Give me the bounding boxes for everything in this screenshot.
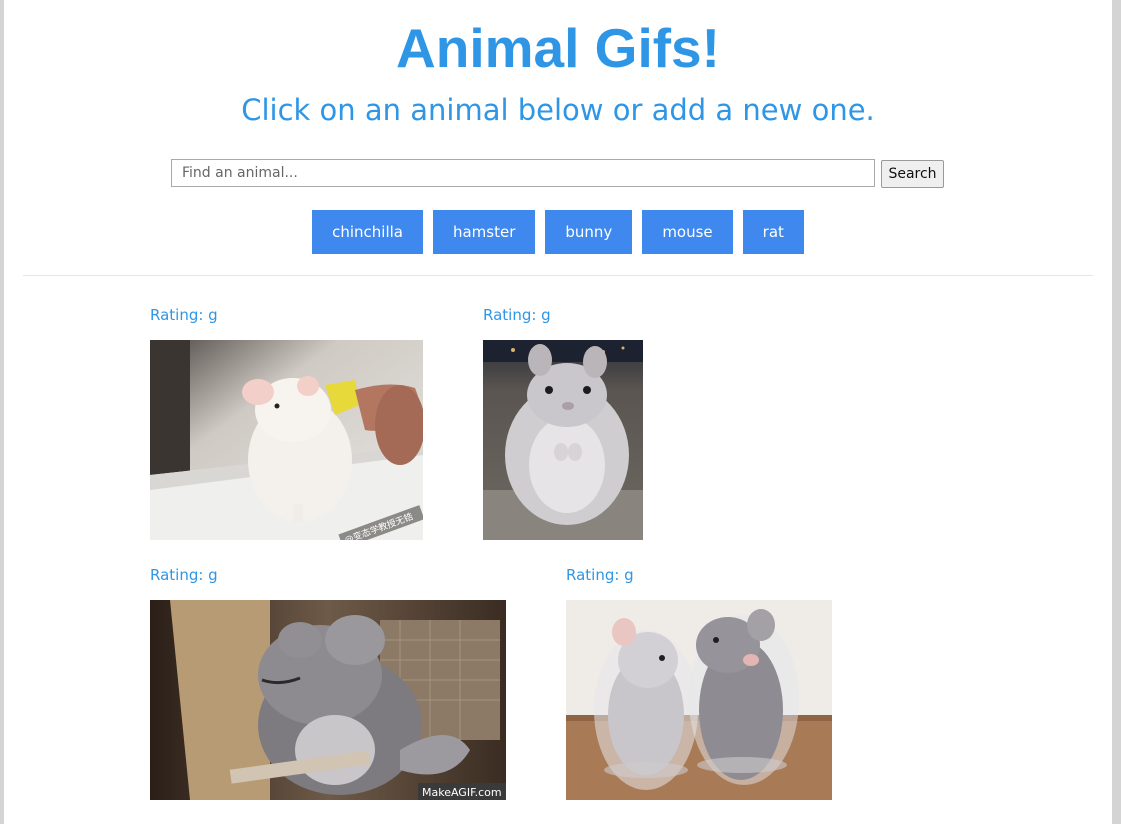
gif-watermark: MakeAGIF.com (422, 786, 502, 799)
animal-buttons: chinchilla hamster bunny mouse rat (4, 210, 1112, 254)
animal-button-mouse[interactable]: mouse (642, 210, 733, 254)
gif-rating: Rating: g (150, 566, 218, 584)
animal-button-bunny[interactable]: bunny (545, 210, 633, 254)
chinchilla-sitting-image (483, 340, 643, 540)
chinchillas-in-glasses-image (566, 600, 832, 800)
gif-rating: Rating: g (483, 306, 551, 324)
page-title: Animal Gifs! (396, 17, 720, 79)
divider (23, 275, 1093, 276)
gif-rating: Rating: g (150, 306, 218, 324)
chinchilla-sleeping-image: MakeAGIF.com (150, 600, 506, 800)
gif-image[interactable] (483, 340, 643, 540)
search-input[interactable] (171, 159, 875, 187)
gif-image[interactable] (566, 600, 832, 800)
chinchilla-eating-image: @变态学教授无锆 (150, 340, 423, 540)
search-button[interactable]: Search (881, 160, 944, 188)
gif-rating: Rating: g (566, 566, 634, 584)
gif-image[interactable]: @变态学教授无锆 (150, 340, 423, 540)
page-subtitle: Click on an animal below or add a new on… (241, 93, 875, 127)
animal-button-chinchilla[interactable]: chinchilla (312, 210, 423, 254)
animal-button-hamster[interactable]: hamster (432, 210, 536, 254)
page: Animal Gifs! Click on an animal below or… (4, 0, 1112, 824)
gif-image[interactable]: MakeAGIF.com (150, 600, 506, 800)
animal-button-rat[interactable]: rat (742, 210, 804, 254)
